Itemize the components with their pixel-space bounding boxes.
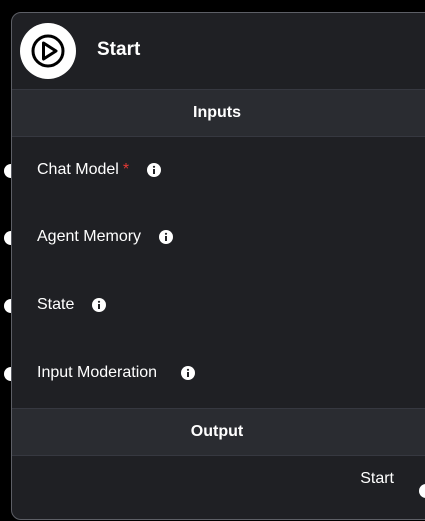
- inputs-section-header: Inputs: [12, 89, 425, 137]
- info-icon[interactable]: [92, 298, 107, 312]
- play-icon: [20, 23, 76, 79]
- output-label: Start: [360, 470, 394, 487]
- info-icon[interactable]: [147, 163, 162, 177]
- param-label: Input Moderation: [37, 364, 158, 381]
- inputs-section-label: Inputs: [193, 104, 241, 121]
- required-marker: *: [122, 161, 130, 178]
- param-input-moderation[interactable]: Input Moderation: [37, 361, 196, 385]
- output-section-label: Output: [190, 423, 244, 440]
- start-node[interactable]: Start Inputs Chat Model * Agent Memory S…: [11, 12, 425, 520]
- node-header[interactable]: Start: [12, 13, 425, 89]
- info-icon[interactable]: [181, 366, 196, 380]
- param-label: State: [37, 296, 75, 313]
- output-section-header: Output: [12, 408, 425, 456]
- node-title: Start: [97, 39, 141, 60]
- param-agent-memory[interactable]: Agent Memory: [37, 225, 174, 249]
- param-label: Agent Memory: [37, 228, 142, 245]
- param-state[interactable]: State: [37, 293, 107, 317]
- param-chat-model[interactable]: Chat Model *: [37, 158, 162, 182]
- info-icon[interactable]: [159, 230, 174, 244]
- param-label: Chat Model: [37, 161, 119, 178]
